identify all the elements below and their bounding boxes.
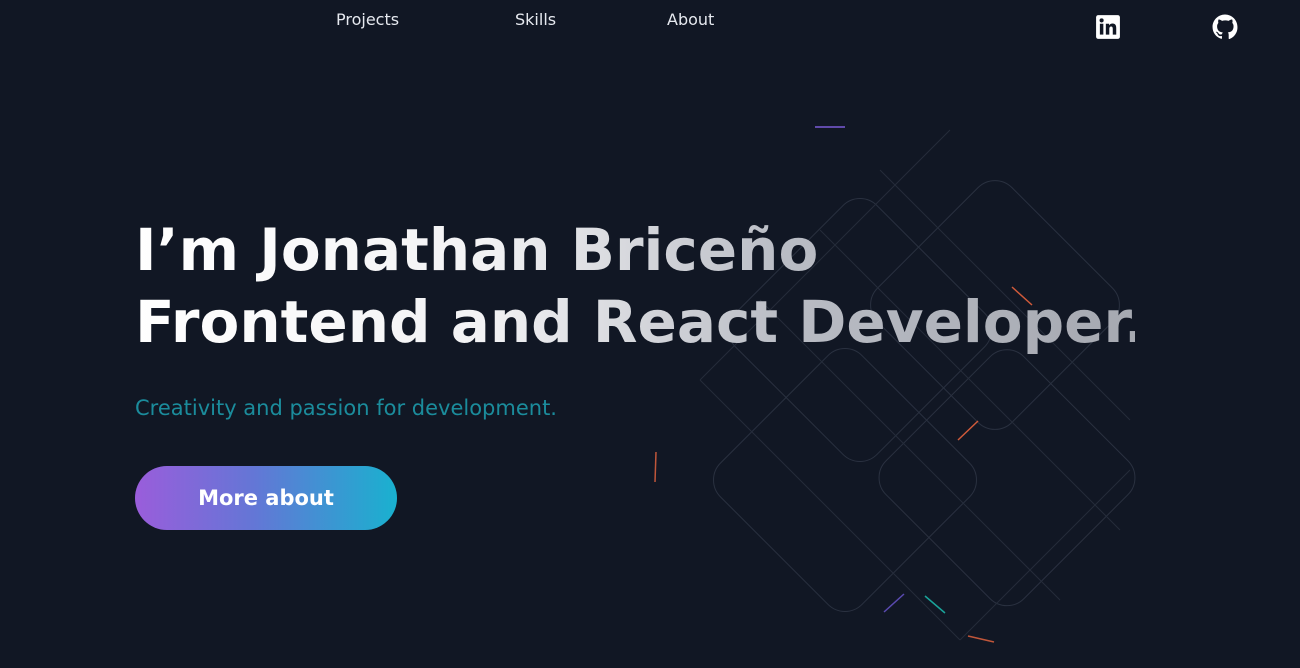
streak-purple bbox=[883, 593, 905, 613]
nav-link-skills[interactable]: Skills bbox=[515, 10, 556, 29]
streak-orange bbox=[654, 451, 657, 483]
streak-orange bbox=[957, 420, 979, 441]
top-navigation: Projects Skills About bbox=[0, 0, 1300, 44]
streak-teal bbox=[924, 595, 946, 614]
linkedin-link[interactable] bbox=[1095, 14, 1121, 40]
hero-line-name: I’m Jonathan Briceño bbox=[135, 214, 1135, 286]
github-icon bbox=[1212, 14, 1238, 40]
nav-link-projects[interactable]: Projects bbox=[336, 10, 399, 29]
hero-subtitle: Creativity and passion for development. bbox=[135, 396, 557, 420]
linkedin-icon bbox=[1096, 15, 1120, 39]
github-link[interactable] bbox=[1212, 14, 1238, 40]
hero-line-role: Frontend and React Developer. bbox=[135, 288, 1146, 356]
hero-heading: I’m Jonathan Briceño Frontend and React … bbox=[135, 214, 1146, 358]
nav-link-about[interactable]: About bbox=[667, 10, 714, 29]
more-about-button[interactable]: More about bbox=[135, 466, 397, 530]
streak-orange bbox=[967, 635, 995, 643]
